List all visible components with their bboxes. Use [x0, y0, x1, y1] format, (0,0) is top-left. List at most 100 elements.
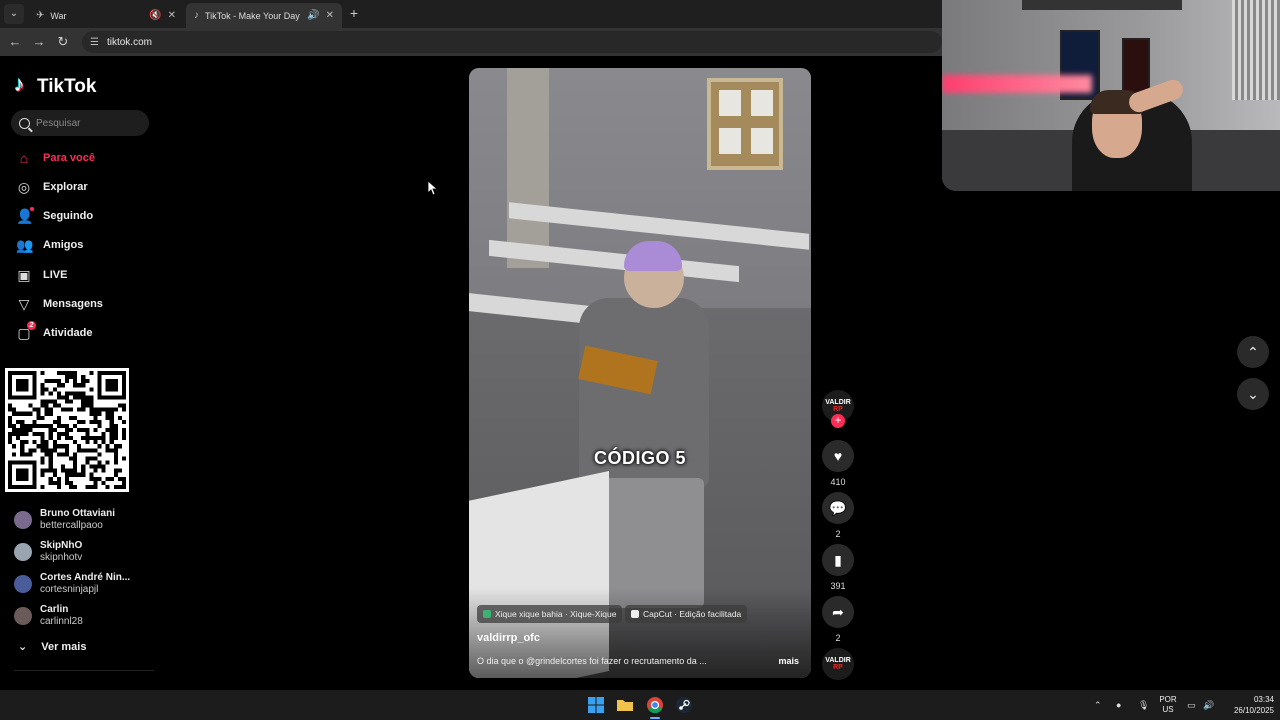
home-icon: ⌂ — [19, 150, 29, 166]
close-icon[interactable]: ✕ — [326, 10, 334, 21]
share-action[interactable]: ➦ 2 — [822, 596, 854, 643]
webcam-shelf — [1022, 0, 1182, 10]
live-icon: ▣ — [17, 267, 31, 283]
close-icon[interactable]: ✕ — [168, 10, 176, 21]
sidebar-item-label: LIVE — [43, 269, 68, 281]
previous-video-button[interactable]: ⌃ — [1237, 336, 1269, 368]
share-count: 2 — [835, 633, 841, 643]
tiktok-favicon-icon: ♪ — [194, 10, 199, 21]
avatar-text: VALDIR — [825, 399, 851, 406]
webcam-blinds — [1232, 0, 1280, 100]
like-action[interactable]: ♥ 410 — [822, 440, 854, 487]
network-icon[interactable]: ▭ — [1187, 690, 1196, 720]
account-name: Bruno Ottaviani — [40, 508, 116, 519]
muted-icon[interactable]: 🔇 — [149, 10, 161, 21]
friends-icon: 👥 — [16, 237, 34, 253]
comment-count: 2 — [835, 529, 841, 539]
microphone-icon[interactable]: 🎙 — [1138, 690, 1149, 720]
account-name: Carlin — [40, 604, 69, 615]
heart-icon[interactable]: ♥ — [822, 440, 854, 472]
followed-account[interactable]: Cortes André Nin... cortesninjapjl — [14, 570, 130, 598]
sidebar-item-explore[interactable]: ◎ Explorar — [16, 176, 88, 198]
sidebar-item-messages[interactable]: ▽ Mensagens — [16, 293, 103, 315]
followed-account[interactable]: Bruno Ottaviani bettercallpaoo — [14, 506, 115, 534]
language-code: POR — [1159, 695, 1177, 704]
followed-account[interactable]: Carlin carlinnl28 — [14, 602, 83, 630]
tab-favicon-icon: ✈ — [36, 10, 45, 21]
video-player[interactable]: CÓDIGO 5 Xique xique bahia · Xique-Xique… — [469, 68, 811, 678]
sidebar-item-following[interactable]: 👤 Seguindo — [16, 205, 93, 227]
see-more-button[interactable]: ⌄ Ver mais — [18, 640, 87, 654]
sidebar-item-live[interactable]: ▣ LIVE — [16, 264, 67, 286]
new-tab-button[interactable]: + — [346, 5, 362, 21]
follow-button[interactable]: + — [831, 414, 845, 428]
sidebar-item-label: Amigos — [43, 239, 84, 251]
followed-account[interactable]: SkipNhO skipnhotv — [14, 538, 82, 566]
tray-overflow-icon[interactable]: ⌃ — [1094, 690, 1102, 720]
clock-time: 03:34 — [1253, 695, 1274, 704]
tab-search-button[interactable]: ⌄ — [4, 4, 24, 24]
audio-icon[interactable]: 🔊 — [307, 10, 319, 21]
tray-app-icon[interactable]: ● — [1116, 690, 1121, 720]
chevron-down-icon: ⌄ — [18, 641, 28, 653]
location-chip[interactable]: Xique xique bahia · Xique-Xique — [477, 605, 623, 623]
windows-start-icon[interactable] — [586, 695, 606, 715]
capcut-chip-label: CapCut · Edição facilitada — [643, 609, 742, 619]
comment-action[interactable]: 💬 2 — [822, 492, 854, 539]
save-count: 391 — [830, 581, 846, 591]
steam-icon[interactable] — [674, 695, 694, 715]
sidebar-item-activity[interactable]: ▢ 2 Atividade — [16, 321, 93, 344]
system-clock[interactable]: 03:34 26/10/2025 — [1224, 694, 1274, 716]
mouse-cursor-icon — [428, 181, 438, 196]
file-explorer-icon[interactable] — [615, 695, 635, 715]
tab-title: War — [50, 10, 67, 21]
video-description: O dia que o @grindelcortes foi fazer o r… — [477, 656, 707, 666]
tab-war[interactable]: ✈ War 🔇 ✕ — [28, 3, 184, 28]
address-bar[interactable]: ☰ tiktok.com — [82, 31, 942, 53]
capcut-chip[interactable]: CapCut · Edição facilitada — [625, 605, 748, 623]
chevron-up-icon: ⌃ — [1247, 343, 1259, 360]
qr-code-image — [8, 371, 126, 489]
avatar — [14, 511, 32, 529]
activity-icon: ▢ 2 — [16, 321, 36, 341]
back-icon[interactable]: ← — [6, 33, 24, 51]
share-icon[interactable]: ➦ — [822, 596, 854, 628]
more-link[interactable]: mais — [778, 656, 799, 666]
sidebar-item-friends[interactable]: 👥 Amigos — [16, 234, 83, 256]
language-indicator[interactable]: POR US — [1158, 695, 1178, 715]
like-count: 410 — [830, 477, 846, 487]
send-icon: ▽ — [18, 296, 30, 312]
url-text: tiktok.com — [106, 36, 152, 48]
music-disc[interactable]: VALDIR RP — [822, 648, 854, 680]
chrome-icon[interactable] — [645, 695, 665, 715]
forward-icon[interactable]: → — [30, 33, 48, 51]
qr-code — [5, 368, 129, 492]
sidebar-divider — [14, 670, 154, 671]
video-author[interactable]: valdirrp_ofc — [477, 632, 540, 644]
site-info-icon[interactable]: ☰ — [90, 37, 99, 48]
comment-icon[interactable]: 💬 — [822, 492, 854, 524]
sidebar-item-label: Atividade — [43, 327, 93, 339]
see-more-label: Ver mais — [41, 640, 87, 653]
chevron-down-icon: ⌄ — [1247, 385, 1259, 402]
active-app-indicator — [650, 717, 660, 719]
search-box[interactable] — [11, 110, 149, 136]
avatar — [14, 543, 32, 561]
following-icon: 👤 — [16, 207, 34, 224]
volume-icon[interactable]: 🔊 — [1203, 690, 1214, 720]
sidebar-item-for-you[interactable]: ⌂ Para você — [16, 147, 95, 169]
avatar-text: VALDIR — [825, 657, 851, 664]
video-scene-board — [707, 78, 783, 170]
capcut-icon — [631, 610, 639, 618]
bookmark-icon[interactable]: ▮ — [822, 544, 854, 576]
next-video-button[interactable]: ⌄ — [1237, 378, 1269, 410]
search-input[interactable] — [36, 117, 136, 129]
avatar-text: RP — [833, 664, 843, 671]
tiktok-logo-icon — [14, 73, 32, 97]
reload-icon[interactable]: ↻ — [54, 33, 72, 51]
tiktok-logo[interactable]: TikTok — [14, 73, 96, 98]
notification-dot — [30, 207, 34, 211]
video-caption: CÓDIGO 5 — [593, 448, 686, 468]
save-action[interactable]: ▮ 391 — [822, 544, 854, 591]
tab-tiktok[interactable]: ♪ TikTok - Make Your Day 🔊 ✕ — [186, 3, 342, 28]
